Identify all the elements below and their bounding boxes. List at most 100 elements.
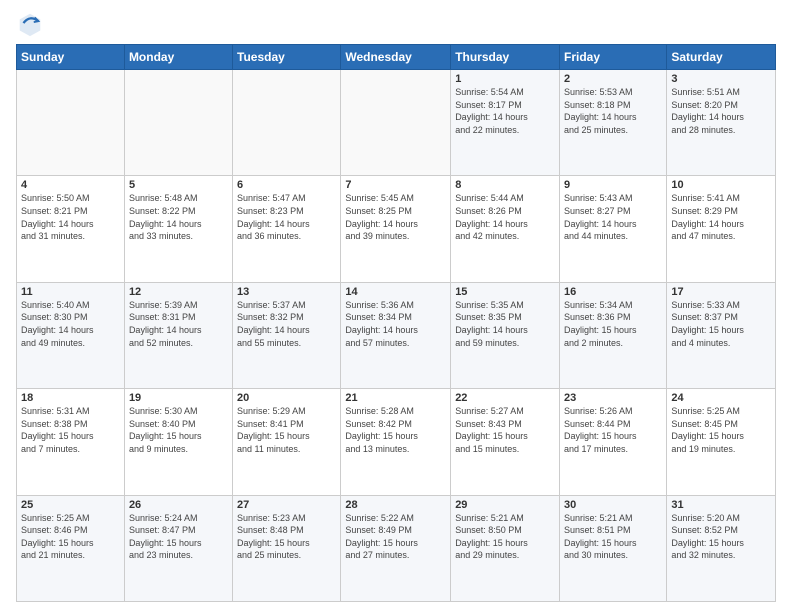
day-number: 20 xyxy=(237,392,336,404)
day-number: 24 xyxy=(671,392,771,404)
day-header-wednesday: Wednesday xyxy=(341,45,451,70)
day-number: 12 xyxy=(129,286,228,298)
day-info: Sunrise: 5:23 AM Sunset: 8:48 PM Dayligh… xyxy=(237,512,336,562)
day-header-friday: Friday xyxy=(560,45,667,70)
calendar-cell: 17Sunrise: 5:33 AM Sunset: 8:37 PM Dayli… xyxy=(667,282,776,388)
day-info: Sunrise: 5:26 AM Sunset: 8:44 PM Dayligh… xyxy=(564,405,662,455)
day-number: 21 xyxy=(345,392,446,404)
day-info: Sunrise: 5:45 AM Sunset: 8:25 PM Dayligh… xyxy=(345,192,446,242)
calendar-cell xyxy=(124,70,232,176)
day-info: Sunrise: 5:50 AM Sunset: 8:21 PM Dayligh… xyxy=(21,192,120,242)
day-info: Sunrise: 5:41 AM Sunset: 8:29 PM Dayligh… xyxy=(671,192,771,242)
calendar-cell: 10Sunrise: 5:41 AM Sunset: 8:29 PM Dayli… xyxy=(667,176,776,282)
day-number: 1 xyxy=(455,73,555,85)
day-info: Sunrise: 5:27 AM Sunset: 8:43 PM Dayligh… xyxy=(455,405,555,455)
calendar-cell: 12Sunrise: 5:39 AM Sunset: 8:31 PM Dayli… xyxy=(124,282,232,388)
calendar-cell: 14Sunrise: 5:36 AM Sunset: 8:34 PM Dayli… xyxy=(341,282,451,388)
calendar-cell: 18Sunrise: 5:31 AM Sunset: 8:38 PM Dayli… xyxy=(17,389,125,495)
day-number: 2 xyxy=(564,73,662,85)
day-info: Sunrise: 5:54 AM Sunset: 8:17 PM Dayligh… xyxy=(455,86,555,136)
day-info: Sunrise: 5:24 AM Sunset: 8:47 PM Dayligh… xyxy=(129,512,228,562)
calendar-cell: 25Sunrise: 5:25 AM Sunset: 8:46 PM Dayli… xyxy=(17,495,125,601)
calendar: SundayMondayTuesdayWednesdayThursdayFrid… xyxy=(16,44,776,602)
day-info: Sunrise: 5:31 AM Sunset: 8:38 PM Dayligh… xyxy=(21,405,120,455)
day-number: 11 xyxy=(21,286,120,298)
day-info: Sunrise: 5:21 AM Sunset: 8:51 PM Dayligh… xyxy=(564,512,662,562)
page: SundayMondayTuesdayWednesdayThursdayFrid… xyxy=(0,0,792,612)
calendar-cell: 30Sunrise: 5:21 AM Sunset: 8:51 PM Dayli… xyxy=(560,495,667,601)
day-info: Sunrise: 5:35 AM Sunset: 8:35 PM Dayligh… xyxy=(455,299,555,349)
day-info: Sunrise: 5:28 AM Sunset: 8:42 PM Dayligh… xyxy=(345,405,446,455)
day-number: 10 xyxy=(671,179,771,191)
day-number: 7 xyxy=(345,179,446,191)
calendar-cell: 21Sunrise: 5:28 AM Sunset: 8:42 PM Dayli… xyxy=(341,389,451,495)
calendar-week-3: 11Sunrise: 5:40 AM Sunset: 8:30 PM Dayli… xyxy=(17,282,776,388)
day-info: Sunrise: 5:36 AM Sunset: 8:34 PM Dayligh… xyxy=(345,299,446,349)
day-number: 26 xyxy=(129,499,228,511)
calendar-week-5: 25Sunrise: 5:25 AM Sunset: 8:46 PM Dayli… xyxy=(17,495,776,601)
calendar-table: SundayMondayTuesdayWednesdayThursdayFrid… xyxy=(16,44,776,602)
day-number: 13 xyxy=(237,286,336,298)
day-info: Sunrise: 5:25 AM Sunset: 8:46 PM Dayligh… xyxy=(21,512,120,562)
day-number: 16 xyxy=(564,286,662,298)
calendar-cell: 15Sunrise: 5:35 AM Sunset: 8:35 PM Dayli… xyxy=(451,282,560,388)
calendar-cell: 11Sunrise: 5:40 AM Sunset: 8:30 PM Dayli… xyxy=(17,282,125,388)
day-number: 8 xyxy=(455,179,555,191)
calendar-cell: 5Sunrise: 5:48 AM Sunset: 8:22 PM Daylig… xyxy=(124,176,232,282)
calendar-cell xyxy=(17,70,125,176)
day-number: 30 xyxy=(564,499,662,511)
calendar-header-row: SundayMondayTuesdayWednesdayThursdayFrid… xyxy=(17,45,776,70)
calendar-cell: 24Sunrise: 5:25 AM Sunset: 8:45 PM Dayli… xyxy=(667,389,776,495)
day-number: 9 xyxy=(564,179,662,191)
calendar-cell: 23Sunrise: 5:26 AM Sunset: 8:44 PM Dayli… xyxy=(560,389,667,495)
day-number: 6 xyxy=(237,179,336,191)
day-info: Sunrise: 5:43 AM Sunset: 8:27 PM Dayligh… xyxy=(564,192,662,242)
day-number: 15 xyxy=(455,286,555,298)
calendar-cell: 8Sunrise: 5:44 AM Sunset: 8:26 PM Daylig… xyxy=(451,176,560,282)
calendar-week-4: 18Sunrise: 5:31 AM Sunset: 8:38 PM Dayli… xyxy=(17,389,776,495)
header xyxy=(16,10,776,38)
day-info: Sunrise: 5:30 AM Sunset: 8:40 PM Dayligh… xyxy=(129,405,228,455)
calendar-cell: 28Sunrise: 5:22 AM Sunset: 8:49 PM Dayli… xyxy=(341,495,451,601)
day-number: 3 xyxy=(671,73,771,85)
calendar-cell: 26Sunrise: 5:24 AM Sunset: 8:47 PM Dayli… xyxy=(124,495,232,601)
calendar-cell: 7Sunrise: 5:45 AM Sunset: 8:25 PM Daylig… xyxy=(341,176,451,282)
calendar-cell: 22Sunrise: 5:27 AM Sunset: 8:43 PM Dayli… xyxy=(451,389,560,495)
day-header-sunday: Sunday xyxy=(17,45,125,70)
day-header-tuesday: Tuesday xyxy=(233,45,341,70)
day-info: Sunrise: 5:40 AM Sunset: 8:30 PM Dayligh… xyxy=(21,299,120,349)
calendar-week-1: 1Sunrise: 5:54 AM Sunset: 8:17 PM Daylig… xyxy=(17,70,776,176)
calendar-week-2: 4Sunrise: 5:50 AM Sunset: 8:21 PM Daylig… xyxy=(17,176,776,282)
calendar-cell: 16Sunrise: 5:34 AM Sunset: 8:36 PM Dayli… xyxy=(560,282,667,388)
calendar-cell: 3Sunrise: 5:51 AM Sunset: 8:20 PM Daylig… xyxy=(667,70,776,176)
day-info: Sunrise: 5:21 AM Sunset: 8:50 PM Dayligh… xyxy=(455,512,555,562)
day-number: 14 xyxy=(345,286,446,298)
day-info: Sunrise: 5:39 AM Sunset: 8:31 PM Dayligh… xyxy=(129,299,228,349)
day-number: 25 xyxy=(21,499,120,511)
day-info: Sunrise: 5:51 AM Sunset: 8:20 PM Dayligh… xyxy=(671,86,771,136)
day-number: 5 xyxy=(129,179,228,191)
day-number: 23 xyxy=(564,392,662,404)
calendar-cell: 1Sunrise: 5:54 AM Sunset: 8:17 PM Daylig… xyxy=(451,70,560,176)
calendar-cell: 13Sunrise: 5:37 AM Sunset: 8:32 PM Dayli… xyxy=(233,282,341,388)
day-number: 18 xyxy=(21,392,120,404)
day-info: Sunrise: 5:29 AM Sunset: 8:41 PM Dayligh… xyxy=(237,405,336,455)
day-number: 22 xyxy=(455,392,555,404)
day-number: 29 xyxy=(455,499,555,511)
calendar-cell: 19Sunrise: 5:30 AM Sunset: 8:40 PM Dayli… xyxy=(124,389,232,495)
day-header-thursday: Thursday xyxy=(451,45,560,70)
day-info: Sunrise: 5:34 AM Sunset: 8:36 PM Dayligh… xyxy=(564,299,662,349)
calendar-cell: 2Sunrise: 5:53 AM Sunset: 8:18 PM Daylig… xyxy=(560,70,667,176)
calendar-cell: 4Sunrise: 5:50 AM Sunset: 8:21 PM Daylig… xyxy=(17,176,125,282)
day-info: Sunrise: 5:48 AM Sunset: 8:22 PM Dayligh… xyxy=(129,192,228,242)
calendar-cell xyxy=(341,70,451,176)
logo-icon xyxy=(16,10,44,38)
calendar-cell xyxy=(233,70,341,176)
day-header-saturday: Saturday xyxy=(667,45,776,70)
day-info: Sunrise: 5:33 AM Sunset: 8:37 PM Dayligh… xyxy=(671,299,771,349)
day-info: Sunrise: 5:20 AM Sunset: 8:52 PM Dayligh… xyxy=(671,512,771,562)
calendar-cell: 27Sunrise: 5:23 AM Sunset: 8:48 PM Dayli… xyxy=(233,495,341,601)
day-info: Sunrise: 5:47 AM Sunset: 8:23 PM Dayligh… xyxy=(237,192,336,242)
calendar-cell: 29Sunrise: 5:21 AM Sunset: 8:50 PM Dayli… xyxy=(451,495,560,601)
day-info: Sunrise: 5:22 AM Sunset: 8:49 PM Dayligh… xyxy=(345,512,446,562)
